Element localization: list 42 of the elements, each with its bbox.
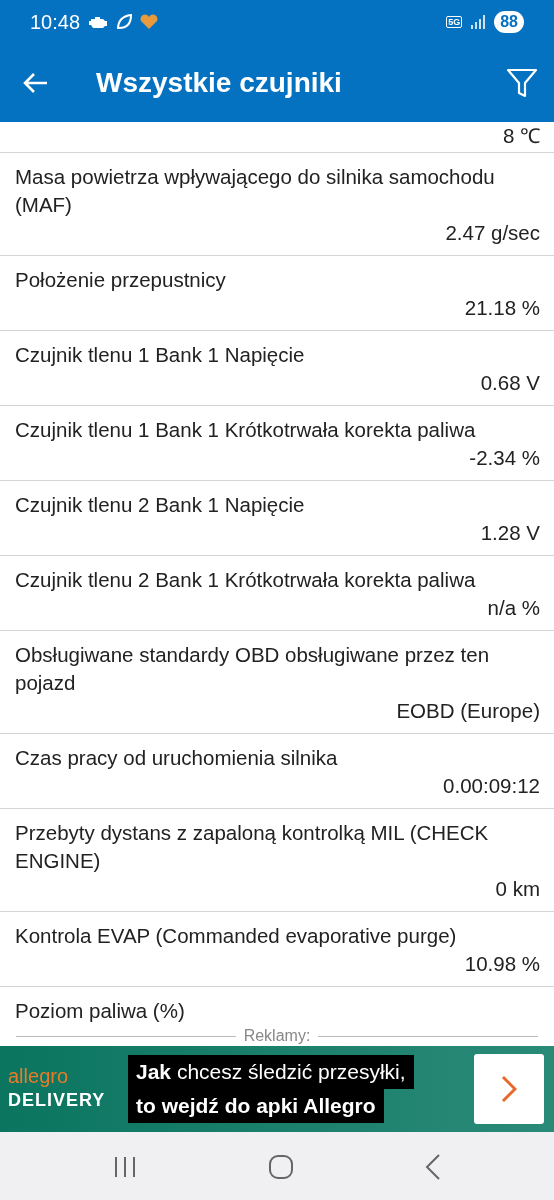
back-icon[interactable] xyxy=(424,1154,441,1180)
ad-text: to wejdź do apki Allegro xyxy=(128,1089,384,1123)
sensor-value: -2.34 % xyxy=(469,446,540,469)
back-arrow-icon[interactable] xyxy=(22,72,48,94)
sensor-name: Czujnik tlenu 2 Bank 1 Napięcie xyxy=(15,492,306,518)
brand-logo-text: allegro xyxy=(8,1064,70,1087)
ad-text: Jak chcesz śledzić przesyłki, xyxy=(128,1055,414,1089)
sensor-name: Czujnik tlenu 1 Bank 1 Krótkotrwała korekta paliwa xyxy=(15,417,477,443)
chevron-right-icon xyxy=(501,1075,517,1103)
sensor-name: Obsługiwane standardy OBD obsługiwane przez ten pojazd xyxy=(15,642,491,696)
heart-icon xyxy=(140,14,159,30)
ad-banner[interactable]: allegro DELIVERY Jak chcesz śledzić przesyłki, to wejdź do apki Allegro xyxy=(0,1046,554,1132)
sensor-name: Czas pracy od uruchomienia silnika xyxy=(15,745,339,771)
ads-label: Reklamy: xyxy=(243,1026,311,1046)
sensor-name: Przebyty dystans z zapaloną kontrolką MIL (CHECK ENGINE) xyxy=(15,820,490,874)
home-icon[interactable] xyxy=(268,1154,294,1180)
sensor-value: 0.68 V xyxy=(480,371,540,394)
sensor-name: Kontrola EVAP (Commanded evaporative purge) xyxy=(15,923,458,949)
sensor-name: Poziom paliwa (%) xyxy=(15,998,186,1024)
sensor-value: EOBD (Europe) xyxy=(396,699,540,722)
brand-logo-subtext: DELIVERY xyxy=(8,1088,107,1112)
page-title: Wszystkie czujniki xyxy=(96,66,343,100)
sensor-value: 2.47 g/sec xyxy=(445,221,540,244)
recent-apps-icon[interactable] xyxy=(113,1156,138,1178)
sensor-name: Czujnik tlenu 2 Bank 1 Krótkotrwała korekta paliwa xyxy=(15,567,477,593)
network-text: 5G xyxy=(446,16,463,28)
sensor-value: 0 km xyxy=(495,877,540,900)
sensor-name: Masa powietrza wpływającego do silnika samochodu (MAF) xyxy=(15,164,496,218)
sensor-name: Położenie przepustnicy xyxy=(15,267,227,293)
sensor-value: 0.00:09:12 xyxy=(443,774,540,797)
engine-icon xyxy=(88,16,109,28)
sensor-value: 1.28 V xyxy=(480,521,540,544)
clock-text: 10:48 xyxy=(30,10,81,35)
filter-icon[interactable] xyxy=(506,68,538,98)
leaf-icon xyxy=(116,14,133,30)
sensor-value: 21.18 % xyxy=(464,296,540,319)
sensor-name: Czujnik tlenu 1 Bank 1 Napięcie xyxy=(15,342,306,368)
sensor-value: n/a % xyxy=(487,596,540,619)
sensor-value: 8 ℃ xyxy=(502,124,540,147)
signal-icon xyxy=(470,14,487,30)
sensor-value: 10.98 % xyxy=(464,952,540,975)
battery-indicator: 88 xyxy=(494,11,524,33)
